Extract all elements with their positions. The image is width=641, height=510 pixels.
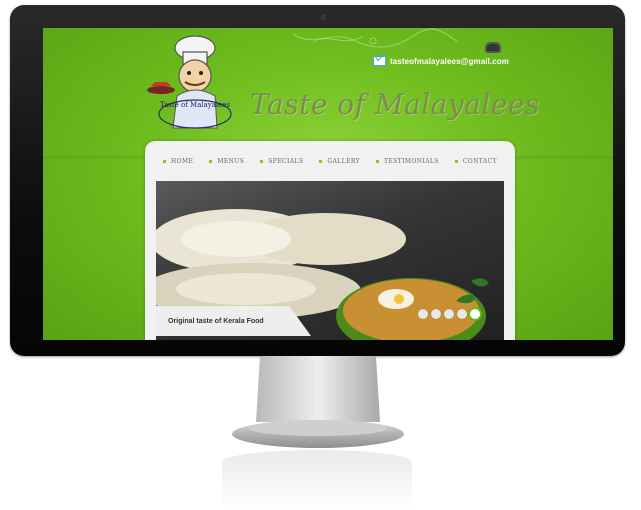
bullet-icon	[319, 159, 323, 163]
bullet-icon	[163, 159, 167, 163]
monitor: Taste of Malayalees Taste of Malayalees …	[10, 5, 625, 356]
chef-logo[interactable]: Taste of Malayalees	[141, 28, 241, 138]
bullet-icon	[454, 159, 458, 163]
nav-item-home[interactable]: HOME	[155, 153, 201, 169]
nav-label: MENUS	[217, 157, 245, 165]
nav-label: CONTACT	[462, 157, 497, 165]
main-nav: HOME MENUS SPECIALS GALLERY TESTIMONIALS	[145, 153, 515, 169]
phone-row	[485, 42, 509, 53]
nav-item-testimonials[interactable]: TESTIMONIALS	[368, 153, 447, 169]
contact-info: tasteofmalayalees@gmail.com	[373, 40, 613, 80]
image-slider[interactable]: Original taste of Kerala Food	[156, 181, 504, 340]
slider-dot[interactable]	[431, 309, 441, 319]
slider-dot[interactable]	[418, 309, 428, 319]
nav-item-gallery[interactable]: GALLERY	[311, 153, 368, 169]
slider-dot[interactable]	[444, 309, 454, 319]
nav-label: GALLERY	[327, 157, 360, 165]
slider-dot-active[interactable]	[470, 309, 480, 319]
nav-label: SPECIALS	[268, 157, 304, 165]
email-link[interactable]: tasteofmalayalees@gmail.com	[390, 57, 509, 66]
slide-caption: Original taste of Kerala Food	[156, 306, 311, 336]
logo-text: Taste of Malayalees	[160, 101, 231, 109]
bullet-icon	[375, 159, 379, 163]
camera-icon	[321, 15, 326, 20]
bullet-icon	[209, 159, 213, 163]
slider-dot[interactable]	[457, 309, 467, 319]
monitor-stand	[232, 356, 404, 448]
stand-reflection	[222, 450, 412, 510]
nav-item-contact[interactable]: CONTACT	[447, 153, 505, 169]
nav-item-menus[interactable]: MENUS	[201, 153, 252, 169]
nav-item-specials[interactable]: SPECIALS	[252, 153, 311, 169]
phone-icon	[485, 42, 501, 53]
mail-icon	[373, 56, 386, 66]
website-screen: Taste of Malayalees Taste of Malayalees …	[43, 28, 613, 340]
nav-label: TESTIMONIALS	[383, 157, 439, 165]
content-card: HOME MENUS SPECIALS GALLERY TESTIMONIALS	[145, 141, 515, 340]
nav-label: HOME	[171, 157, 194, 165]
site-title: Taste of Malayalees	[250, 88, 540, 121]
slider-pagination	[418, 309, 480, 319]
email-row[interactable]: tasteofmalayalees@gmail.com	[373, 56, 509, 66]
bullet-icon	[260, 159, 264, 163]
